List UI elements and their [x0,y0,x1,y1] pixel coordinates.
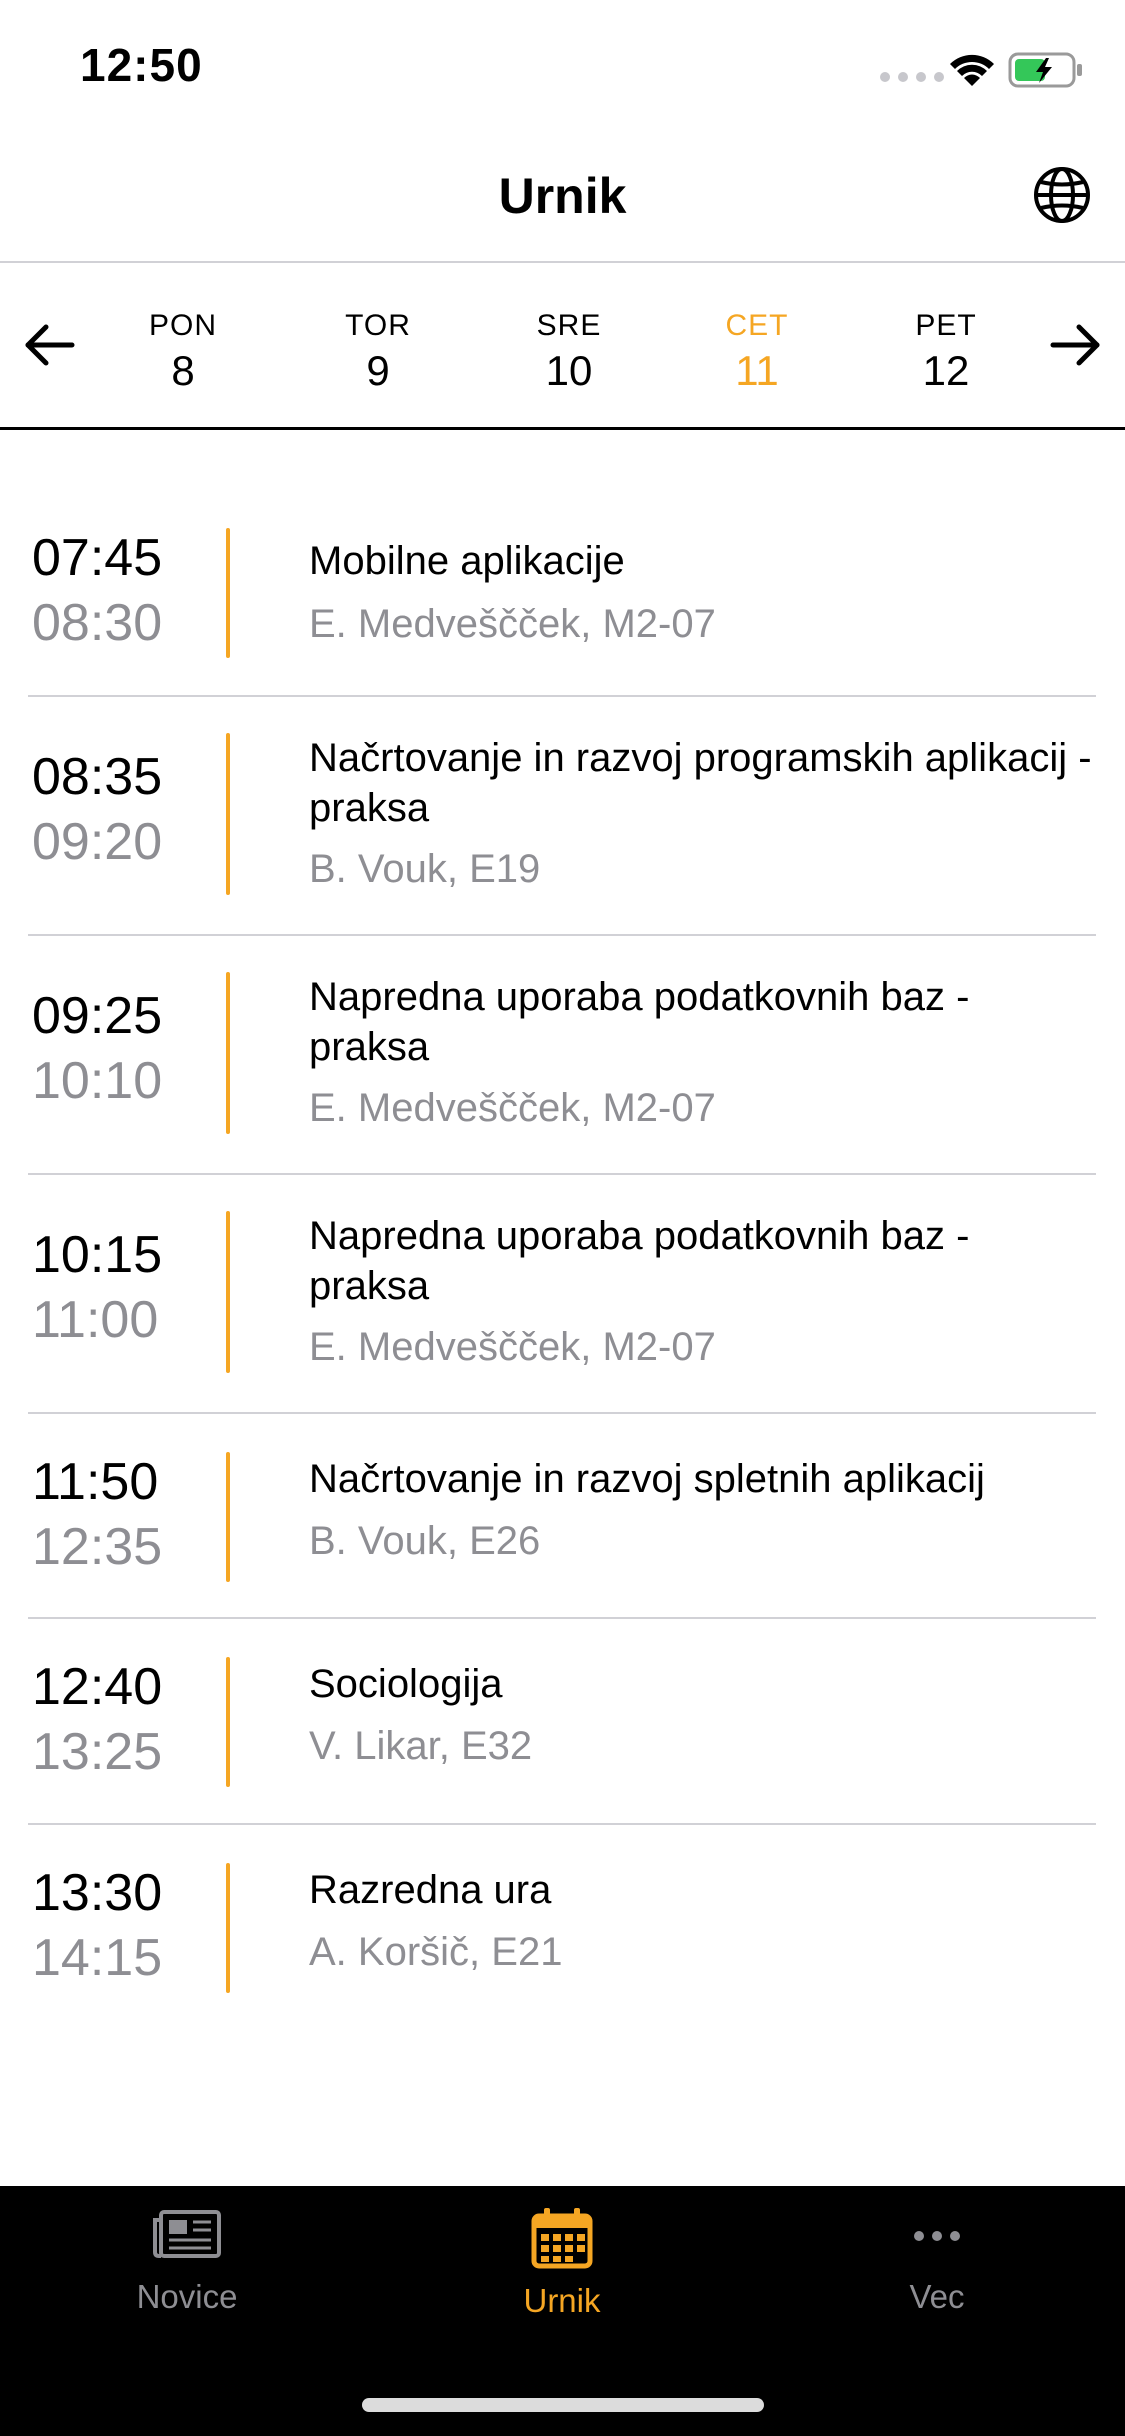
schedule-row[interactable]: 09:25 10:10 Napredna uporaba podatkovnih… [28,936,1096,1175]
day-monday[interactable]: PON 8 [103,309,263,395]
schedule-row[interactable]: 13:30 14:15 Razredna ura A. Koršič, E21 [28,1825,1096,2025]
end-time: 08:30 [32,594,163,652]
day-number: 8 [171,347,195,394]
more-icon [914,2231,960,2241]
end-time: 09:20 [32,813,163,871]
calendar-icon [531,2208,593,2269]
cellular-signal-icon [880,72,944,82]
day-number: 11 [735,347,779,394]
schedule-row[interactable]: 11:50 12:35 Načrtovanje in razvoj spletn… [28,1414,1096,1619]
status-bar: 12:50 [0,0,1125,135]
day-name: TOR [345,309,411,342]
accent-divider [226,1211,230,1373]
tab-vec[interactable]: Vec [827,2206,1047,2316]
accent-divider [226,1863,230,1993]
day-name: SRE [536,309,602,342]
previous-week-arrow-icon[interactable] [20,315,80,375]
teacher-room: B. Vouk, E19 [309,847,541,891]
page-title: Urnik [498,168,627,224]
schedule-row[interactable]: 12:40 13:25 Sociologija V. Likar, E32 [28,1619,1096,1825]
day-number: 10 [545,347,593,394]
status-time: 12:50 [80,39,203,91]
start-time: 12:40 [32,1658,163,1716]
tab-label: Urnik [523,2282,601,2319]
end-time: 11:00 [32,1291,159,1349]
subject-title: Razredna ura [309,1868,552,1912]
start-time: 07:45 [32,529,163,587]
globe-icon[interactable] [1032,165,1092,225]
start-time: 13:30 [32,1864,163,1922]
day-thursday-selected[interactable]: CET 11 [677,309,837,395]
tab-label: Novice [136,2278,238,2315]
start-time: 10:15 [32,1226,163,1284]
start-time: 09:25 [32,987,163,1045]
end-time: 12:35 [32,1518,163,1576]
day-friday[interactable]: PET 12 [866,309,1026,395]
schedule-row[interactable]: 10:15 11:00 Napredna uporaba podatkovnih… [28,1175,1096,1414]
wifi-icon [950,54,994,86]
start-time: 11:50 [32,1453,159,1511]
start-time: 08:35 [32,748,163,806]
tab-urnik[interactable]: Urnik [452,2206,672,2320]
teacher-room: B. Vouk, E26 [309,1519,541,1563]
subject-title: Napredna uporaba podatkovnih baz - praks… [309,975,970,1069]
accent-divider [226,1452,230,1582]
subject-title: Napredna uporaba podatkovnih baz - praks… [309,1214,970,1308]
day-tuesday[interactable]: TOR 9 [298,309,458,395]
battery-charging-icon [1008,52,1082,88]
accent-divider [226,733,230,895]
teacher-room: E. Medveščček, M2-07 [309,1086,716,1130]
teacher-room: E. Medveščček, M2-07 [309,602,716,646]
teacher-room: A. Koršič, E21 [309,1930,563,1974]
subject-title: Sociologija [309,1662,503,1706]
accent-divider [226,1657,230,1787]
teacher-room: E. Medveščček, M2-07 [309,1325,716,1369]
tab-label: Vec [909,2278,965,2315]
home-indicator[interactable] [362,2398,764,2412]
day-name: CET [725,309,789,342]
schedule-row[interactable]: 07:45 08:30 Mobilne aplikacije E. Medveš… [28,430,1096,697]
day-number: 9 [366,347,390,394]
navigation-bar: Urnik [0,135,1125,263]
day-name: PON [148,309,217,342]
subject-title: Načrtovanje in razvoj programskih aplika… [309,736,1092,830]
day-wednesday[interactable]: SRE 10 [489,309,649,395]
end-time: 13:25 [32,1723,163,1781]
tab-novice[interactable]: Novice [77,2206,297,2316]
accent-divider [226,528,230,658]
subject-title: Mobilne aplikacije [309,539,625,583]
teacher-room: V. Likar, E32 [309,1724,533,1768]
day-name: PET [915,309,977,342]
week-selector: PON 8 TOR 9 SRE 10 CET 11 PET 12 [0,265,1125,430]
end-time: 10:10 [32,1052,163,1110]
newspaper-icon [153,2210,221,2258]
subject-title: Načrtovanje in razvoj spletnih aplikacij [309,1457,985,1501]
accent-divider [226,972,230,1134]
day-number: 12 [922,347,970,394]
end-time: 14:15 [32,1929,163,1987]
schedule-row[interactable]: 08:35 09:20 Načrtovanje in razvoj progra… [28,697,1096,936]
next-week-arrow-icon[interactable] [1045,315,1105,375]
